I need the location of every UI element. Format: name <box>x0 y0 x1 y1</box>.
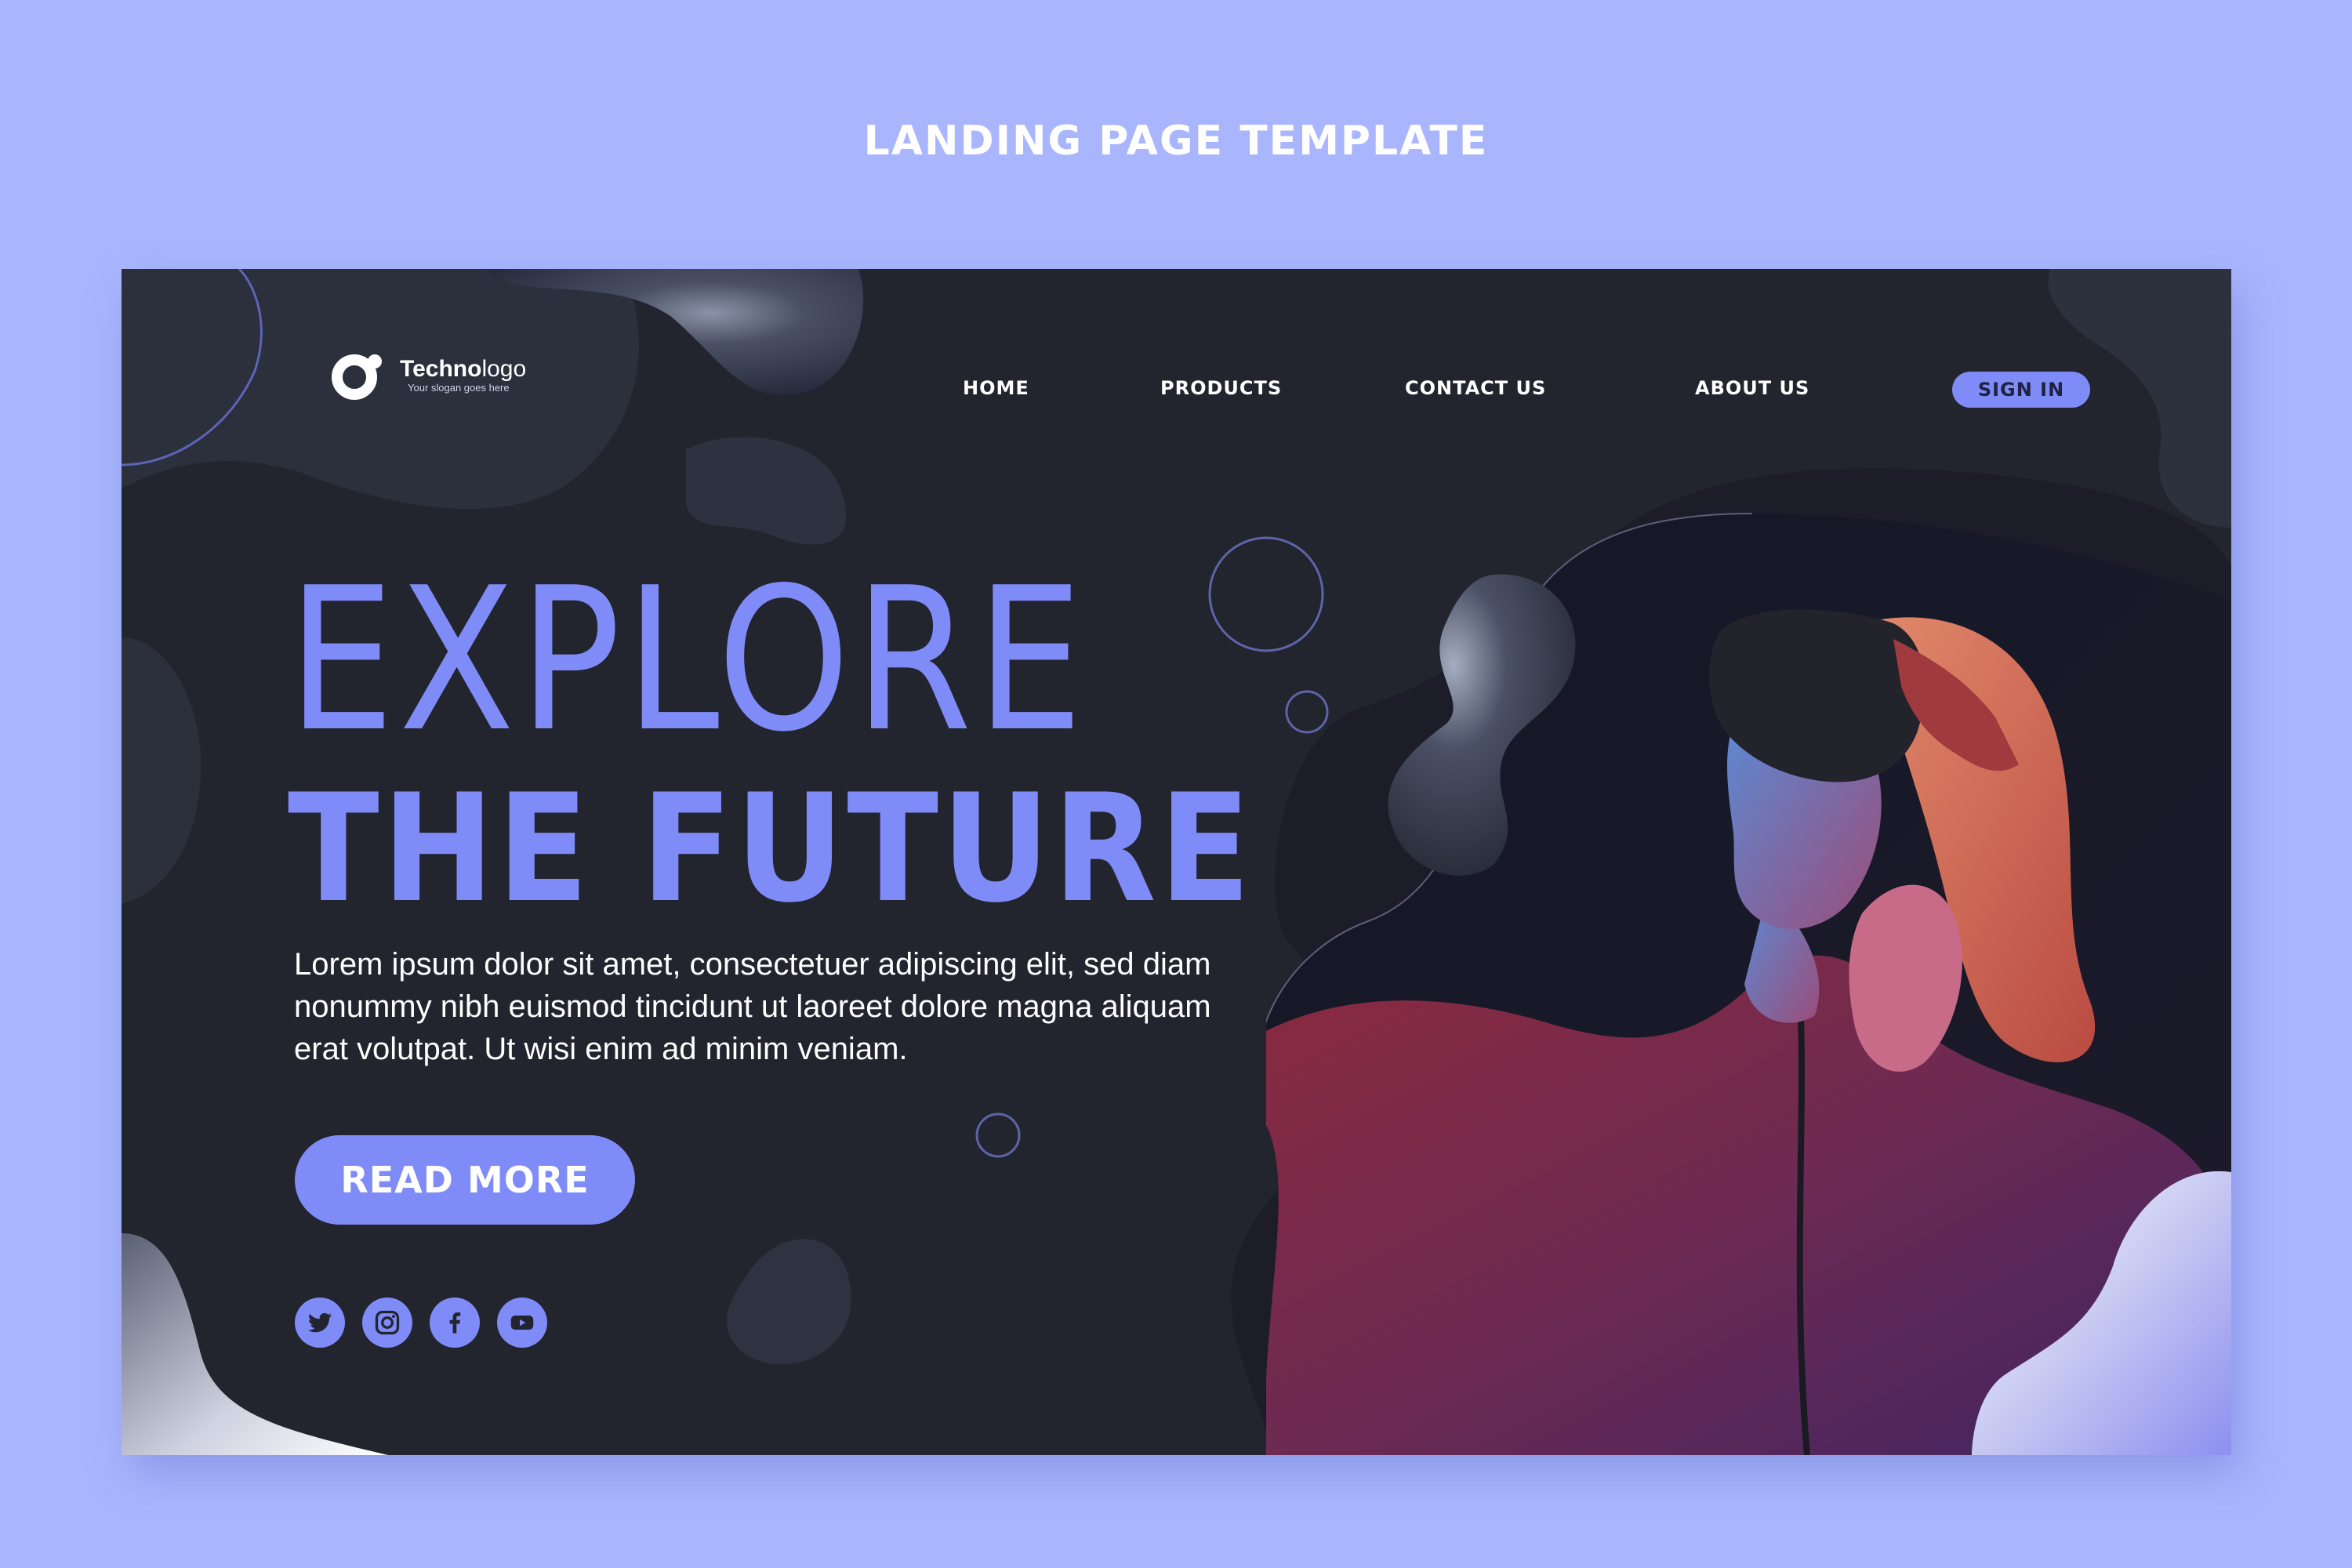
nav-item-home[interactable]: HOME <box>963 377 1029 399</box>
facebook-icon[interactable] <box>430 1298 480 1348</box>
hero-description: Lorem ipsum dolor sit amet, consectetuer… <box>294 947 1211 1066</box>
landing-card: Technologo Your slogan goes here HOME PR… <box>122 269 2231 1455</box>
sign-in-button[interactable]: SIGN IN <box>1952 372 2090 408</box>
read-more-button[interactable]: READ MORE <box>295 1135 635 1225</box>
nav-item-about-us[interactable]: ABOUT US <box>1695 377 1809 399</box>
instagram-icon[interactable] <box>362 1298 412 1348</box>
twitter-icon[interactable] <box>295 1298 345 1348</box>
nav-item-products[interactable]: PRODUCTS <box>1160 377 1282 399</box>
page-heading: LANDING PAGE TEMPLATE <box>863 118 1489 165</box>
youtube-icon[interactable] <box>497 1298 547 1348</box>
hero-title-line1: EXPLORE <box>288 546 1087 775</box>
hero-title-line2: THE FUTURE <box>288 762 1254 935</box>
liquid-drop-graphic <box>1388 574 1576 876</box>
main-nav: HOME PRODUCTS CONTACT US ABOUT US <box>122 377 2231 408</box>
social-links <box>295 1298 547 1348</box>
nav-item-contact-us[interactable]: CONTACT US <box>1405 377 1546 399</box>
